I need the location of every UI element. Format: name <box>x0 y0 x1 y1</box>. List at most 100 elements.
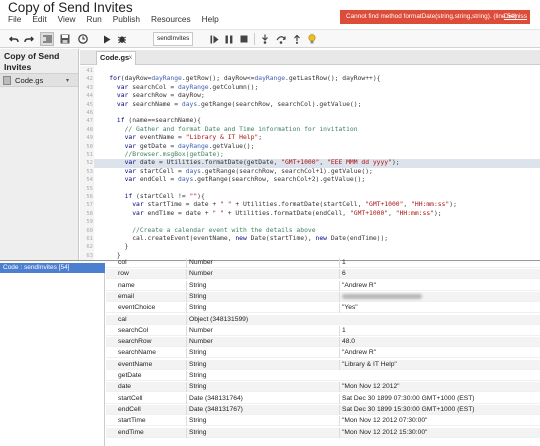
indent-icon[interactable] <box>40 32 54 46</box>
variable-row[interactable]: email String <box>106 291 540 302</box>
variables-table: col Number 1 row Number 6 name String "Andrew R"… <box>106 256 540 446</box>
variable-value <box>339 291 539 302</box>
lightbulb-icon[interactable] <box>305 32 319 46</box>
variable-row[interactable]: startCell Date (348131764) Sat Dec 30 1899… <box>106 393 540 404</box>
triggers-icon[interactable] <box>76 32 90 46</box>
step-out-icon[interactable] <box>290 32 304 46</box>
chevron-down-icon[interactable]: ▾ <box>66 75 69 87</box>
undo-icon[interactable] <box>7 32 21 46</box>
variable-value: "Andrew R" <box>339 348 539 359</box>
code-line: //Create a calendar event with the detai… <box>132 226 316 234</box>
dismiss-link[interactable]: Dismiss <box>504 10 527 24</box>
variable-row[interactable]: searchName String "Andrew R" <box>106 348 540 359</box>
file-item[interactable]: Code.gs ▾ <box>0 73 78 87</box>
variable-name: email <box>118 292 134 300</box>
variable-name: endTime <box>118 428 144 436</box>
menu-resources[interactable]: Resources <box>145 13 196 27</box>
variable-row[interactable]: endTime String "Mon Nov 12 2012 15:30:00" <box>106 427 540 438</box>
variable-type: String <box>186 427 336 438</box>
redo-icon[interactable] <box>22 32 36 46</box>
variable-row[interactable]: searchRow Number 48.0 <box>106 337 540 348</box>
variable-type: String <box>186 291 336 302</box>
tab-label: Code.gs <box>100 53 130 62</box>
variable-row[interactable]: startTime String "Mon Nov 12 2012 07:30:00… <box>106 416 540 427</box>
line-number: 43 <box>86 84 93 91</box>
variable-name: row <box>118 270 129 278</box>
close-icon[interactable]: x <box>129 52 132 64</box>
variable-row[interactable]: eventChoice String "Yes" <box>106 303 540 314</box>
variable-name: searchName <box>118 349 156 357</box>
variable-name: col <box>118 259 127 266</box>
debug-icon[interactable] <box>115 32 129 46</box>
continue-icon[interactable] <box>207 32 221 46</box>
variable-row[interactable]: getDate String <box>106 371 540 381</box>
variable-value: 1 <box>339 325 539 336</box>
variable-row[interactable]: eventName String "Library & IT Help" <box>106 359 540 370</box>
run-icon[interactable] <box>100 32 114 46</box>
line-number: 61 <box>86 236 93 242</box>
variable-type: String <box>186 416 336 427</box>
menu-help[interactable]: Help <box>196 13 224 27</box>
variable-type: Object (348131599) <box>186 314 336 325</box>
line-number: 46 <box>86 110 93 116</box>
variable-name: eventChoice <box>118 304 156 312</box>
variable-name: startTime <box>118 417 146 425</box>
variable-name: getDate <box>118 372 142 379</box>
project-panel: Copy of Send Invites Code.gs ▾ <box>0 49 79 261</box>
tab-code-gs[interactable]: Code.gs x <box>96 51 136 65</box>
variable-row[interactable]: date String "Mon Nov 12 2012" <box>106 382 540 393</box>
code-editor[interactable]: 41 42 43 44 45 46 47 48 49 50 51 52 53 54 55 56 57 58 59 60… <box>80 66 540 261</box>
line-number: 54 <box>86 177 93 184</box>
variable-type: String <box>186 303 336 314</box>
variable-row[interactable]: name String "Andrew R" <box>106 280 540 291</box>
code-line: var eventName = "Library & IT Help"; <box>124 134 263 142</box>
menu-publish[interactable]: Publish <box>107 13 145 27</box>
variable-type: Number <box>186 258 336 268</box>
menu-edit[interactable]: Edit <box>26 13 51 27</box>
menu-file[interactable]: File <box>0 13 26 27</box>
variable-row[interactable]: searchCol Number 1 <box>106 325 540 336</box>
variable-row[interactable]: endCell Date (348131767) Sat Dec 30 1899 1… <box>106 404 540 415</box>
step-over-icon[interactable] <box>274 32 288 46</box>
pause-icon[interactable] <box>222 32 236 46</box>
variable-type: Number <box>186 337 336 348</box>
menu-run[interactable]: Run <box>81 13 107 27</box>
variable-type: Number <box>186 325 336 336</box>
line-number: 44 <box>86 93 93 100</box>
menu-view[interactable]: View <box>52 13 81 27</box>
variable-name: eventName <box>118 360 153 368</box>
code-line: // Gather and format Date and Time infor… <box>124 125 358 133</box>
file-label: Code.gs <box>15 76 44 85</box>
code-line: var startTime = date + " " + Utilities.f… <box>132 201 457 209</box>
redacted-value <box>342 293 422 299</box>
step-into-icon[interactable] <box>258 32 272 46</box>
code-line: var getDate = dayRange.getValue(); <box>124 142 255 150</box>
function-select[interactable]: sendInvites <box>153 32 193 46</box>
line-number: 60 <box>86 227 93 234</box>
file-icon <box>3 76 11 85</box>
line-number: 51 <box>86 152 93 158</box>
stop-icon[interactable] <box>237 32 251 46</box>
line-gutter: 41 42 43 44 45 46 47 48 49 50 51 52 53 54 55 56 57 58 59 60… <box>80 66 94 261</box>
save-icon[interactable] <box>58 32 72 46</box>
line-number: 59 <box>86 219 93 226</box>
variable-value: 6 <box>339 269 539 280</box>
variable-name: cal <box>118 315 127 323</box>
variable-type: Date (348131764) <box>186 393 336 404</box>
variable-value: "Library & IT Help" <box>339 359 539 370</box>
stack-frame[interactable]: Code : sendInvites [54] <box>0 263 105 273</box>
variable-value: "Mon Nov 12 2012 07:30:00" <box>339 416 539 427</box>
code-line: var searchRow = dayRow; <box>116 92 205 100</box>
variable-row[interactable]: col Number 1 <box>106 258 540 268</box>
variable-row[interactable]: cal Object (348131599) <box>106 314 540 325</box>
line-number: 45 <box>86 101 93 108</box>
line-number: 63 <box>86 252 93 259</box>
line-number: 56 <box>86 194 93 200</box>
call-stack: Code : sendInvites [54] <box>0 263 105 446</box>
variable-row[interactable]: row Number 6 <box>106 269 540 280</box>
code-line: //Browser.msgBox(getDate); <box>124 151 224 158</box>
